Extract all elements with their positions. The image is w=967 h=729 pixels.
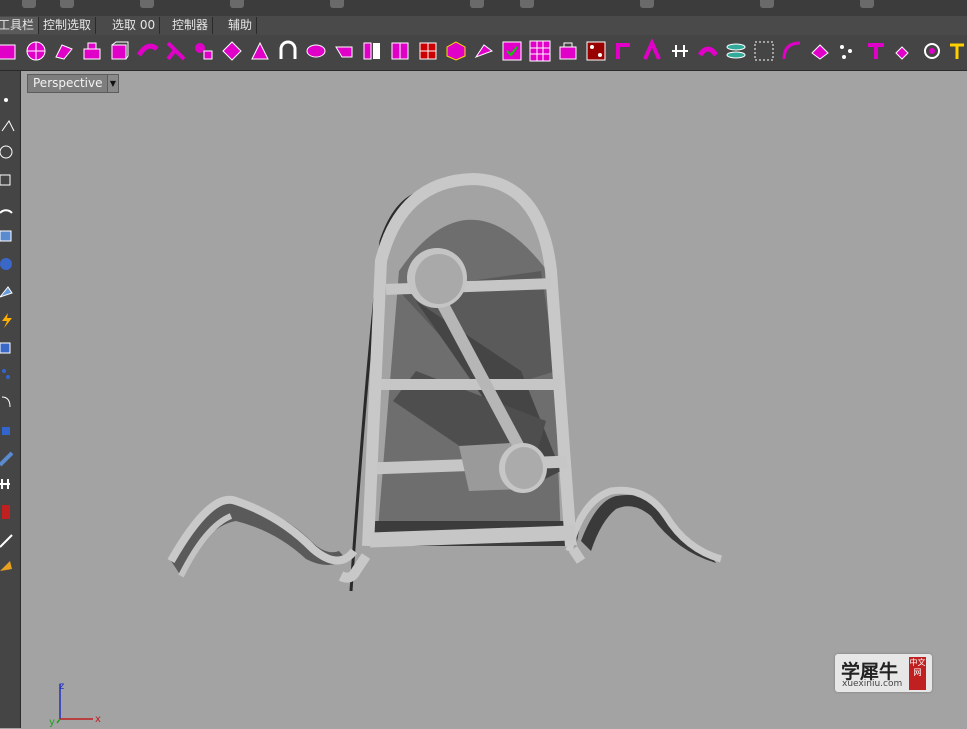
- left-toolbar: [0, 71, 21, 728]
- pen-icon[interactable]: [0, 531, 18, 549]
- top-toolbar-strip: [0, 0, 967, 17]
- boolean-icon[interactable]: [0, 337, 18, 355]
- paint-icon[interactable]: [0, 557, 18, 575]
- toolbar-icon[interactable]: [22, 0, 36, 8]
- surface-icon[interactable]: [52, 39, 76, 63]
- text-tool-icon[interactable]: [946, 39, 967, 63]
- toolbar-icon[interactable]: [640, 0, 654, 8]
- toolbar-icon[interactable]: [230, 0, 244, 8]
- polyline-icon[interactable]: [0, 117, 18, 135]
- grid-icon[interactable]: [528, 39, 552, 63]
- sphere-icon[interactable]: [24, 39, 48, 63]
- revolve-icon[interactable]: [304, 39, 328, 63]
- toolbar-icon[interactable]: [760, 0, 774, 8]
- axis-x-label: x: [95, 714, 101, 725]
- arch-icon[interactable]: [276, 39, 300, 63]
- network-icon[interactable]: [248, 39, 272, 63]
- axis-z-label: z: [59, 681, 64, 692]
- sweep-icon[interactable]: [136, 39, 160, 63]
- axis-triad: z x y: [49, 681, 101, 728]
- logo-url: xuexiniu.com: [842, 679, 903, 689]
- dots-icon[interactable]: [836, 39, 860, 63]
- pipe-icon[interactable]: [864, 39, 888, 63]
- extrude-icon[interactable]: [332, 39, 356, 63]
- tab-assist[interactable]: 辅助: [224, 17, 258, 34]
- blend-icon[interactable]: [80, 39, 104, 63]
- box-solid-icon[interactable]: [0, 227, 18, 245]
- smash-icon[interactable]: [808, 39, 832, 63]
- toolbar-icon[interactable]: [520, 0, 534, 8]
- target-icon[interactable]: [920, 39, 944, 63]
- flow-icon[interactable]: [640, 39, 664, 63]
- tab-toolbar[interactable]: 工具栏: [0, 17, 40, 34]
- toolbar-icon[interactable]: [470, 0, 484, 8]
- tab-select[interactable]: 选取 00: [108, 17, 161, 34]
- rail-icon[interactable]: [164, 39, 188, 63]
- offset-icon[interactable]: [612, 39, 636, 63]
- panel-icon[interactable]: [360, 39, 384, 63]
- box-icon[interactable]: [0, 39, 20, 63]
- watermark-logo: 学犀牛 xuexiniu.com 中文网: [835, 654, 932, 692]
- toolbar-tab-row: 工具栏 控制选取 选取 00 控制器 辅助: [0, 16, 967, 36]
- bend-icon[interactable]: [696, 39, 720, 63]
- sphere-solid-icon[interactable]: [0, 255, 18, 273]
- patch-icon[interactable]: [220, 39, 244, 63]
- transform-icon[interactable]: [0, 393, 18, 411]
- rebuild-icon[interactable]: [556, 39, 580, 63]
- circle-icon[interactable]: [0, 143, 18, 161]
- check-grid-icon[interactable]: [500, 39, 524, 63]
- tab-control-select[interactable]: 控制选取: [39, 17, 97, 34]
- curve-edit-icon[interactable]: [780, 39, 804, 63]
- render-icon[interactable]: [0, 503, 18, 521]
- dimension-icon[interactable]: [0, 475, 18, 493]
- logo-seal: 中文网: [909, 657, 926, 690]
- tab-controller[interactable]: 控制器: [168, 17, 214, 34]
- split-icon[interactable]: [388, 39, 412, 63]
- nodes-icon[interactable]: [0, 365, 18, 383]
- taper-icon[interactable]: [724, 39, 748, 63]
- ruler-icon[interactable]: [0, 449, 18, 467]
- loft-icon[interactable]: [192, 39, 216, 63]
- cube-icon[interactable]: [108, 39, 132, 63]
- twist-icon[interactable]: [668, 39, 692, 63]
- rectangle-icon[interactable]: [0, 171, 18, 189]
- trim-icon[interactable]: [416, 39, 440, 63]
- unroll-icon[interactable]: [892, 39, 916, 63]
- perspective-viewport[interactable]: Perspective ▼ z x y: [21, 71, 967, 728]
- fillet-icon[interactable]: [472, 39, 496, 63]
- analyze-icon[interactable]: [0, 421, 18, 439]
- command-toolbar: [0, 35, 967, 71]
- model-render: [167, 173, 723, 592]
- point-icon[interactable]: [0, 91, 18, 109]
- lightning-icon[interactable]: [0, 311, 18, 329]
- toolbar-icon[interactable]: [860, 0, 874, 8]
- cage-icon[interactable]: [752, 39, 776, 63]
- arc-icon[interactable]: [0, 199, 18, 217]
- join-icon[interactable]: [444, 39, 468, 63]
- toolbar-icon[interactable]: [60, 0, 74, 8]
- toolbar-icon[interactable]: [140, 0, 154, 8]
- axis-y-label: y: [49, 717, 55, 728]
- points-icon[interactable]: [584, 39, 608, 63]
- toolbar-icon[interactable]: [330, 0, 344, 8]
- mesh-icon[interactable]: [0, 283, 18, 301]
